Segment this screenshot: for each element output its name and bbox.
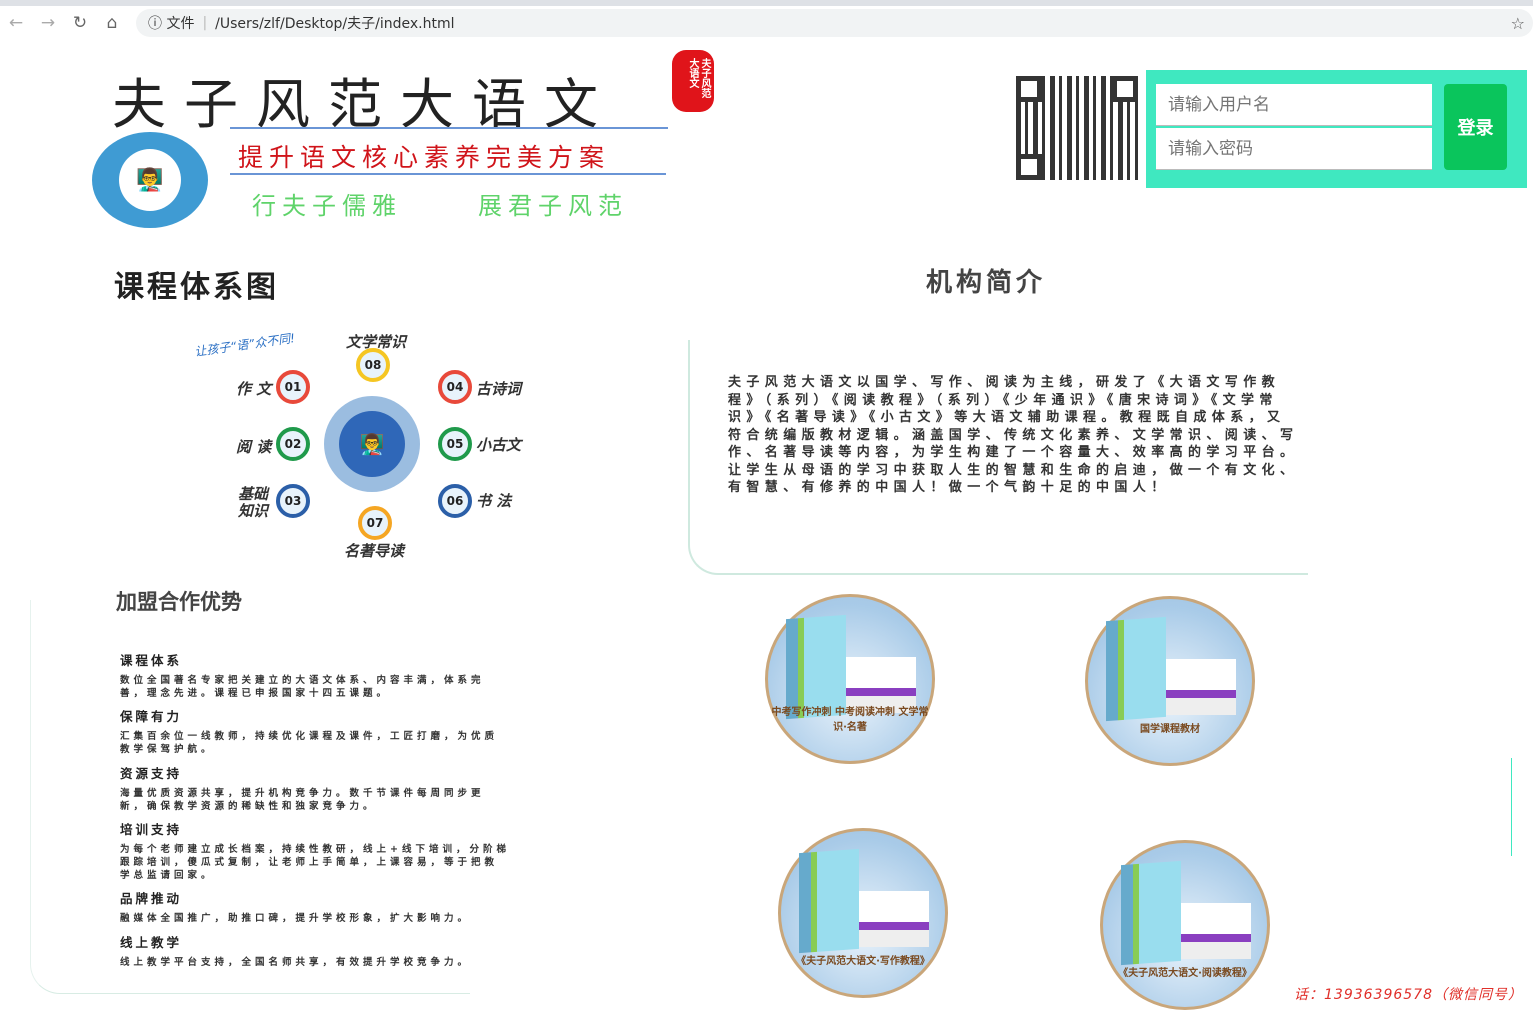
product-image[interactable]: 国学课程教材 — [1085, 596, 1255, 766]
advantage-title: 线上教学 — [120, 935, 183, 951]
seal-logo: 夫子风范大语文 — [672, 50, 714, 112]
book-stack-icon — [1106, 616, 1166, 722]
product-image[interactable]: 《夫子风范大语文·阅读教程》 — [1100, 840, 1270, 1010]
info-icon: ⓘ — [148, 16, 167, 32]
course-node-label: 古诗词 — [476, 380, 522, 398]
url-text: /Users/zlf/Desktop/夫子/index.html — [215, 16, 455, 32]
password-input[interactable] — [1156, 128, 1432, 170]
product-label: 中考写作冲刺 中考阅读冲刺 文学常识·名著 — [771, 707, 929, 733]
advantage-text: 融媒体全国推广，助推口碑，提升学校形象，扩大影响力。 — [120, 913, 472, 925]
org-text: 夫子风范大语文以国学、写作、阅读为主线，研发了《大语文写作教程》（系列）《阅读教… — [728, 375, 1299, 495]
login-panel: 登录 — [1146, 70, 1527, 188]
course-node-02: 02 — [276, 427, 310, 461]
decorative-line — [1511, 758, 1512, 856]
course-node-06: 06 — [438, 484, 472, 518]
brand-logo-icon: 👨‍🏫 — [339, 411, 405, 477]
book-box-icon — [1181, 903, 1251, 959]
advantage-text: 数位全国著名专家把关建立的大语文体系、内容丰满，体系完善，理念先进。课程已申报国… — [120, 675, 485, 699]
contact-phone: 话：13936396578（微信同号） — [1294, 987, 1523, 1003]
course-node-label: 文学常识 — [346, 333, 407, 351]
course-node-07: 07 — [358, 506, 392, 540]
book-box-icon — [1166, 659, 1236, 715]
course-node-03: 03 — [276, 484, 310, 518]
book-stack-icon — [799, 848, 859, 954]
course-node-01: 01 — [276, 370, 310, 404]
product-label: 《夫子风范大语文·阅读教程》 — [1118, 968, 1252, 979]
motto-right: 展君子风范 — [478, 192, 628, 220]
course-node-label: 名著导读 — [344, 542, 405, 560]
address-bar[interactable]: ⓘ 文件 | /Users/zlf/Desktop/夫子/index.html … — [136, 9, 1533, 37]
advantage-text: 海量优质资源共享，提升机构竞争力。数千节课件每周同步更新，确保教学资源的稀缺性和… — [120, 787, 485, 812]
slogan: 提升语文核心素养完美方案 — [238, 143, 611, 172]
back-icon[interactable]: ← — [0, 13, 32, 33]
login-button[interactable]: 登录 — [1444, 84, 1507, 170]
bookmark-star-icon[interactable]: ☆ — [1511, 14, 1525, 33]
browser-toolbar: ← → ↻ ⌂ ⓘ 文件 | /Users/zlf/Desktop/夫子/ind… — [0, 6, 1533, 40]
url-separator: | — [202, 15, 208, 31]
product-label: 《夫子风范大语文·写作教程》 — [796, 956, 930, 967]
course-hub: 👨‍🏫 — [324, 396, 420, 492]
divider — [230, 173, 666, 175]
product-image[interactable]: 《夫子风范大语文·写作教程》 — [778, 828, 948, 998]
course-node-05: 05 — [438, 427, 472, 461]
course-node-label: 基础知识 — [238, 485, 269, 520]
advantage-title: 课程体系 — [120, 653, 183, 668]
course-node-08: 08 — [356, 348, 390, 382]
course-node-label: 书 法 — [476, 492, 512, 510]
course-heading: 课程体系图 — [114, 270, 279, 305]
advantage-list: 课程体系数位全国著名专家把关建立的大语文体系、内容丰满，体系完善，理念先进。课程… — [120, 650, 510, 976]
forward-icon[interactable]: → — [32, 13, 64, 33]
advantage-text: 汇集百余位一线教师，持续优化课程及课件，工匠打磨，为优质教学保驾护航。 — [120, 731, 499, 756]
username-input[interactable] — [1156, 84, 1432, 126]
advantage-title: 培训支持 — [120, 822, 183, 838]
brand-logo: 👨‍🏫 — [92, 132, 208, 228]
home-icon[interactable]: ⌂ — [96, 13, 128, 33]
course-node-label: 阅 读 — [236, 438, 272, 456]
advantage-text: 为每个老师建立成长档案，持续性教研，线上+线下培训，分阶梯跟踪培训，傻瓜式复制，… — [120, 844, 510, 881]
advantage-text: 线上教学平台支持，全国名师共享，有效提升学校竞争力。 — [120, 957, 472, 969]
book-box-icon — [859, 891, 929, 947]
course-node-label: 作 文 — [236, 380, 272, 398]
product-label: 国学课程教材 — [1140, 724, 1200, 735]
reload-icon[interactable]: ↻ — [64, 13, 96, 33]
divider — [230, 127, 668, 129]
book-stack-icon — [1121, 860, 1181, 966]
qr-code — [1016, 76, 1138, 180]
url-scheme-label: 文件 — [166, 16, 195, 32]
course-node-label: 小古文 — [476, 436, 522, 454]
product-image[interactable]: 中考写作冲刺 中考阅读冲刺 文学常识·名著 — [765, 594, 935, 764]
org-heading: 机构简介 — [926, 268, 1047, 298]
course-tagline: 让孩子“语”众不同! — [193, 331, 296, 359]
advantage-title: 保障有力 — [120, 709, 183, 725]
advantage-title: 资源支持 — [120, 765, 183, 781]
teacher-student-icon: 👨‍🏫 — [119, 149, 181, 211]
course-node-04: 04 — [438, 370, 472, 404]
motto-left: 行夫子儒雅 — [252, 192, 402, 220]
advantage-title: 品牌推动 — [120, 891, 183, 907]
